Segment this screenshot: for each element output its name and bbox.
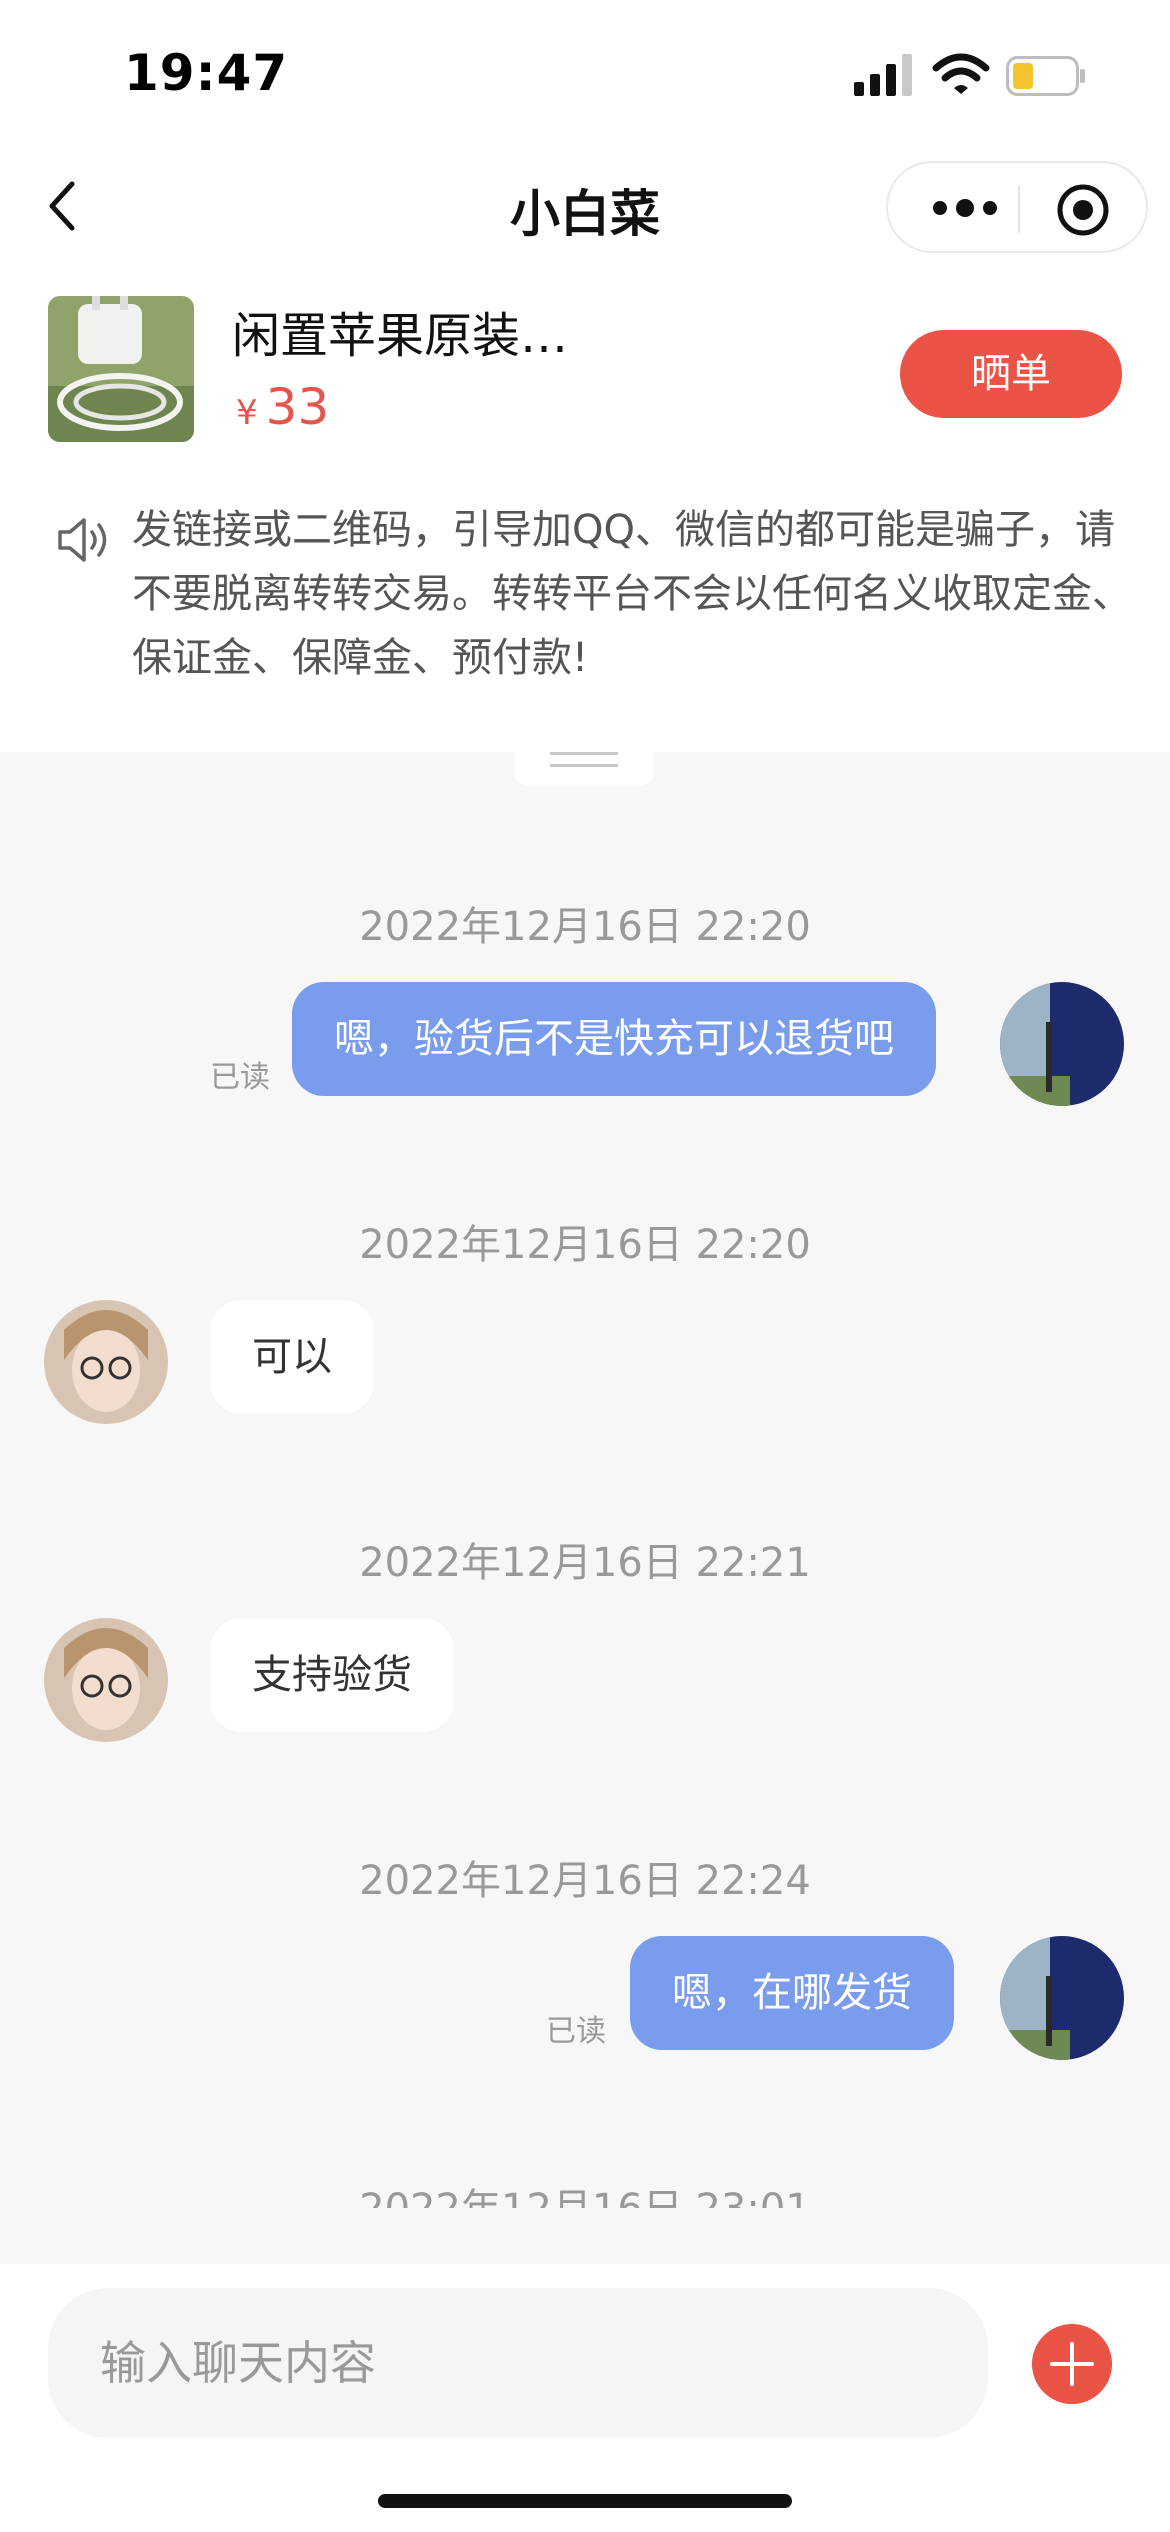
message-bubble-received[interactable]: 可以 — [210, 1300, 374, 1414]
message-timestamp: 2022年12月16日 22:24 — [359, 1858, 811, 1904]
message-bubble-sent[interactable]: 嗯，验货后不是快充可以退货吧 — [292, 982, 936, 1096]
wifi-icon — [932, 53, 990, 94]
product-thumbnail[interactable] — [48, 296, 194, 442]
battery-icon — [1006, 56, 1085, 96]
capsule-close-icon[interactable] — [1056, 183, 1110, 237]
speaker-icon — [58, 518, 107, 562]
home-indicator — [378, 2494, 792, 2508]
price-currency: ¥ — [236, 393, 258, 433]
product-price: ¥33 — [236, 378, 329, 436]
message-timestamp: 2022年12月16日 22:20 — [359, 1222, 811, 1268]
mini-program-capsule — [886, 161, 1148, 253]
notice-text: 发链接或二维码，引导加QQ、微信的都可能是骗子，请不要脱离转转交易。转转平台不会… — [132, 507, 1132, 681]
contact-avatar[interactable] — [44, 1300, 168, 1424]
collapse-handle[interactable] — [514, 738, 654, 786]
safety-notice: 发链接或二维码，引导加QQ、微信的都可能是骗子，请不要脱离转转交易。转转平台不会… — [0, 480, 1170, 752]
price-value: 33 — [265, 378, 330, 436]
cellular-signal-icon — [854, 54, 912, 96]
message-bubble-received[interactable]: 支持验货 — [210, 1618, 454, 1732]
more-icon[interactable] — [930, 193, 1000, 223]
product-card[interactable]: 闲置苹果原装… ¥33 晒单 — [0, 290, 1170, 482]
my-avatar[interactable] — [1000, 1936, 1124, 2060]
contact-avatar[interactable] — [44, 1618, 168, 1742]
input-bar — [0, 2264, 1170, 2532]
plus-icon[interactable] — [1032, 2324, 1112, 2404]
show-order-button[interactable]: 晒单 — [900, 330, 1122, 418]
read-status: 已读 — [210, 1060, 270, 1095]
message-timestamp: 2022年12月16日 22:21 — [359, 1540, 811, 1586]
product-title: 闲置苹果原装… — [232, 308, 569, 364]
message-timestamp: 2022年12月16日 23:01 — [0, 2176, 1170, 2208]
message-bubble-sent[interactable]: 嗯，在哪发货 — [630, 1936, 954, 2050]
status-time: 19:47 — [124, 44, 289, 102]
status-bar: 19:47 — [0, 0, 1170, 150]
chat-input[interactable] — [48, 2288, 988, 2438]
nav-bar: 小白菜 — [0, 150, 1170, 290]
message-timestamp: 2022年12月16日 22:20 — [359, 904, 811, 950]
my-avatar[interactable] — [1000, 982, 1124, 1106]
capsule-divider — [1018, 185, 1020, 233]
read-status: 已读 — [546, 2014, 606, 2049]
chat-screen: 19:47 小白菜 闲置苹果原装… ¥ 33 晒单 发链接或二维码，引导加QQ、… — [0, 0, 1170, 2532]
